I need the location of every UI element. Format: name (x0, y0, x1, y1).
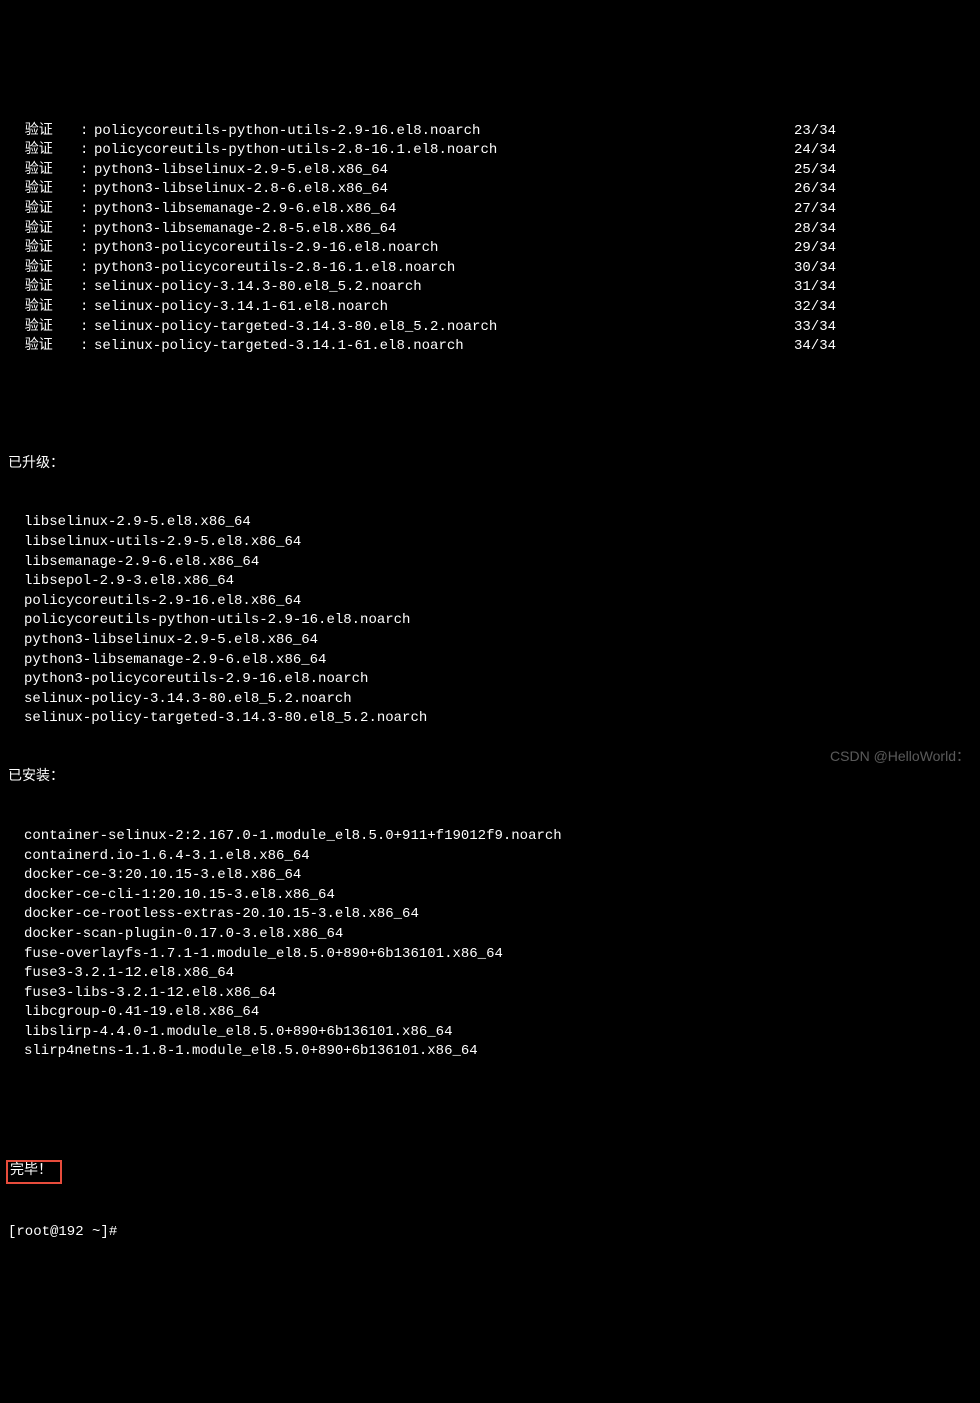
verify-count: 31/34 (794, 278, 874, 298)
verify-row: 验证: python3-libsemanage-2.9-6.el8.x86_64… (8, 200, 972, 220)
verify-label: 验证 (8, 161, 80, 181)
verify-row: 验证: python3-libselinux-2.9-5.el8.x86_642… (8, 161, 972, 181)
terminal-output[interactable]: 验证: policycoreutils-python-utils-2.9-16.… (0, 78, 980, 1266)
verify-count: 30/34 (794, 259, 874, 279)
verify-count: 24/34 (794, 141, 874, 161)
verify-row: 验证: policycoreutils-python-utils-2.8-16.… (8, 141, 972, 161)
upgraded-header: 已升级： (8, 455, 972, 475)
verify-colon: : (80, 337, 94, 357)
installed-item: docker-ce-rootless-extras-20.10.15-3.el8… (8, 905, 972, 925)
verify-colon: : (80, 122, 94, 142)
verify-count: 27/34 (794, 200, 874, 220)
verify-block: 验证: policycoreutils-python-utils-2.9-16.… (8, 122, 972, 357)
verify-colon: : (80, 220, 94, 240)
verify-label: 验证 (8, 200, 80, 220)
done-line: 完毕！ (8, 1160, 972, 1184)
verify-colon: : (80, 180, 94, 200)
blank-line (8, 1101, 972, 1121)
verify-row: 验证: python3-libselinux-2.8-6.el8.x86_642… (8, 180, 972, 200)
done-text: 完毕！ (10, 1163, 52, 1179)
verify-colon: : (80, 259, 94, 279)
upgraded-item: selinux-policy-3.14.3-80.el8_5.2.noarch (8, 690, 972, 710)
verify-package: python3-policycoreutils-2.8-16.1.el8.noa… (94, 259, 794, 279)
verify-package: selinux-policy-3.14.1-61.el8.noarch (94, 298, 794, 318)
verify-colon: : (80, 239, 94, 259)
upgraded-item: python3-libsemanage-2.9-6.el8.x86_64 (8, 651, 972, 671)
verify-count: 33/34 (794, 318, 874, 338)
verify-row: 验证: selinux-policy-targeted-3.14.1-61.el… (8, 337, 972, 357)
verify-colon: : (80, 200, 94, 220)
verify-label: 验证 (8, 318, 80, 338)
installed-block: container-selinux-2:2.167.0-1.module_el8… (8, 827, 972, 1062)
verify-count: 23/34 (794, 122, 874, 142)
upgraded-item: python3-policycoreutils-2.9-16.el8.noarc… (8, 670, 972, 690)
verify-package: python3-libselinux-2.8-6.el8.x86_64 (94, 180, 794, 200)
installed-item: fuse3-libs-3.2.1-12.el8.x86_64 (8, 984, 972, 1004)
verify-count: 26/34 (794, 180, 874, 200)
verify-package: python3-policycoreutils-2.9-16.el8.noarc… (94, 239, 794, 259)
installed-item: slirp4netns-1.1.8-1.module_el8.5.0+890+6… (8, 1042, 972, 1062)
upgraded-item: selinux-policy-targeted-3.14.3-80.el8_5.… (8, 709, 972, 729)
installed-item: fuse-overlayfs-1.7.1-1.module_el8.5.0+89… (8, 945, 972, 965)
verify-package: python3-libselinux-2.9-5.el8.x86_64 (94, 161, 794, 181)
installed-item: docker-ce-cli-1:20.10.15-3.el8.x86_64 (8, 886, 972, 906)
verify-count: 34/34 (794, 337, 874, 357)
verify-label: 验证 (8, 220, 80, 240)
verify-package: selinux-policy-targeted-3.14.3-80.el8_5.… (94, 318, 794, 338)
upgraded-item: libsemanage-2.9-6.el8.x86_64 (8, 553, 972, 573)
installed-header: 已安装： (8, 768, 972, 788)
verify-label: 验证 (8, 141, 80, 161)
installed-item: fuse3-3.2.1-12.el8.x86_64 (8, 964, 972, 984)
verify-colon: : (80, 141, 94, 161)
verify-row: 验证: selinux-policy-3.14.1-61.el8.noarch3… (8, 298, 972, 318)
upgraded-item: libsepol-2.9-3.el8.x86_64 (8, 572, 972, 592)
verify-row: 验证: selinux-policy-targeted-3.14.3-80.el… (8, 318, 972, 338)
installed-item: containerd.io-1.6.4-3.1.el8.x86_64 (8, 847, 972, 867)
verify-colon: : (80, 278, 94, 298)
prompt-line[interactable]: [root@192 ~]# (8, 1223, 972, 1243)
verify-row: 验证: python3-libsemanage-2.8-5.el8.x86_64… (8, 220, 972, 240)
verify-row: 验证: python3-policycoreutils-2.9-16.el8.n… (8, 239, 972, 259)
installed-item: docker-scan-plugin-0.17.0-3.el8.x86_64 (8, 925, 972, 945)
verify-label: 验证 (8, 259, 80, 279)
verify-package: policycoreutils-python-utils-2.9-16.el8.… (94, 122, 794, 142)
verify-label: 验证 (8, 337, 80, 357)
watermark: CSDN @HelloWorld： (830, 747, 970, 767)
upgraded-item: policycoreutils-2.9-16.el8.x86_64 (8, 592, 972, 612)
upgraded-item: libselinux-utils-2.9-5.el8.x86_64 (8, 533, 972, 553)
upgraded-item: libselinux-2.9-5.el8.x86_64 (8, 513, 972, 533)
installed-item: docker-ce-3:20.10.15-3.el8.x86_64 (8, 866, 972, 886)
verify-package: selinux-policy-3.14.3-80.el8_5.2.noarch (94, 278, 794, 298)
verify-colon: : (80, 298, 94, 318)
installed-item: container-selinux-2:2.167.0-1.module_el8… (8, 827, 972, 847)
installed-item: libcgroup-0.41-19.el8.x86_64 (8, 1003, 972, 1023)
upgraded-block: libselinux-2.9-5.el8.x86_64libselinux-ut… (8, 513, 972, 729)
upgraded-item: policycoreutils-python-utils-2.9-16.el8.… (8, 611, 972, 631)
blank-line (8, 396, 972, 416)
verify-count: 28/34 (794, 220, 874, 240)
verify-package: python3-libsemanage-2.8-5.el8.x86_64 (94, 220, 794, 240)
installed-item: libslirp-4.4.0-1.module_el8.5.0+890+6b13… (8, 1023, 972, 1043)
verify-label: 验证 (8, 298, 80, 318)
verify-count: 25/34 (794, 161, 874, 181)
verify-row: 验证: policycoreutils-python-utils-2.9-16.… (8, 122, 972, 142)
upgraded-item: python3-libselinux-2.9-5.el8.x86_64 (8, 631, 972, 651)
verify-count: 29/34 (794, 239, 874, 259)
verify-package: policycoreutils-python-utils-2.8-16.1.el… (94, 141, 794, 161)
verify-row: 验证: python3-policycoreutils-2.8-16.1.el8… (8, 259, 972, 279)
verify-colon: : (80, 318, 94, 338)
done-highlight: 完毕！ (6, 1160, 62, 1184)
verify-label: 验证 (8, 180, 80, 200)
verify-label: 验证 (8, 278, 80, 298)
verify-label: 验证 (8, 239, 80, 259)
verify-row: 验证: selinux-policy-3.14.3-80.el8_5.2.noa… (8, 278, 972, 298)
verify-colon: : (80, 161, 94, 181)
verify-package: selinux-policy-targeted-3.14.1-61.el8.no… (94, 337, 794, 357)
verify-label: 验证 (8, 122, 80, 142)
verify-package: python3-libsemanage-2.9-6.el8.x86_64 (94, 200, 794, 220)
verify-count: 32/34 (794, 298, 874, 318)
